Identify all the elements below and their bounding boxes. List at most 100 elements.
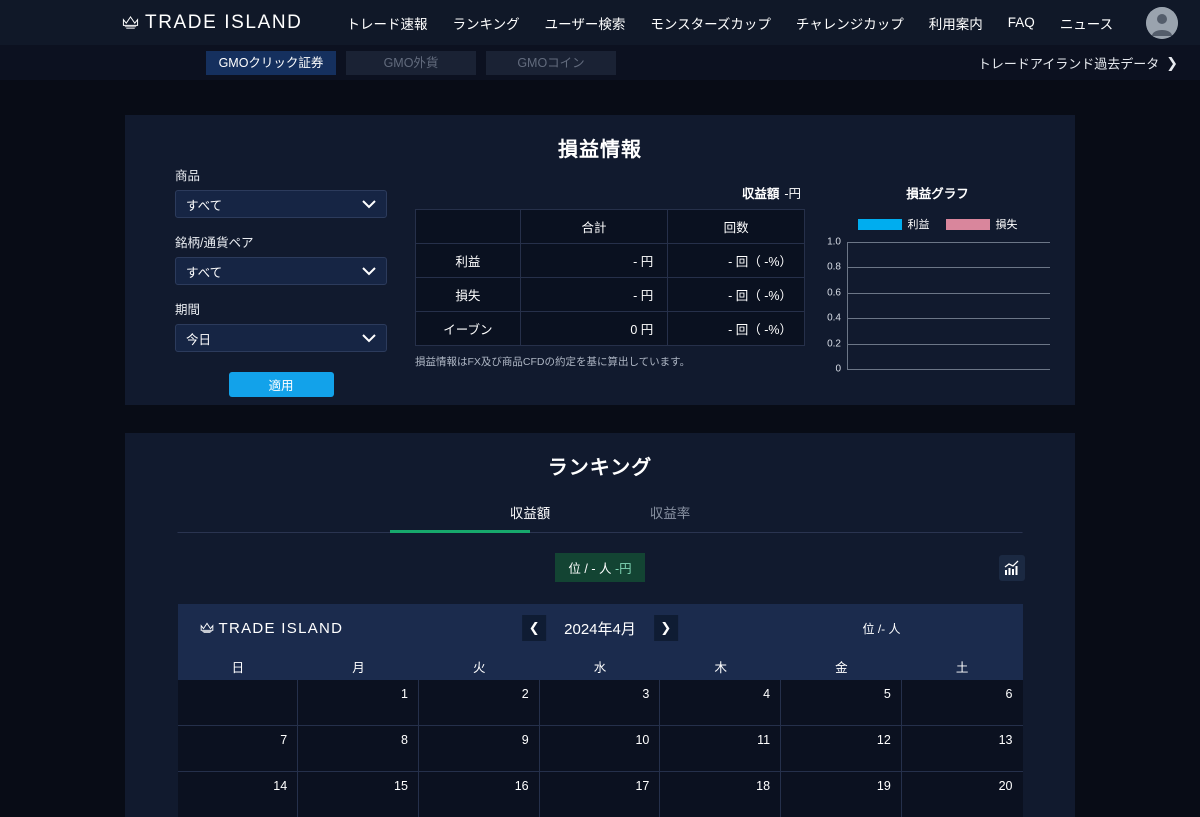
calendar-next-button[interactable]: ❯ xyxy=(653,615,678,641)
select-product-value: すべて xyxy=(186,198,223,213)
apply-button[interactable]: 適用 xyxy=(228,372,334,397)
chart-y-tick: 0 xyxy=(835,363,841,375)
calendar-day-cell[interactable]: 11 xyxy=(660,726,782,772)
ranking-calendar: TRADE ISLAND ❮ 2024年4月 ❯ 位 /- 人 日月火水木金土 … xyxy=(177,604,1023,817)
th-count: 回数 xyxy=(667,209,805,244)
chart-gridline xyxy=(847,267,1050,269)
calendar-day-cell[interactable]: 3 xyxy=(539,680,661,726)
chart-y-tick: 0.6 xyxy=(827,287,841,299)
select-symbol-value: すべて xyxy=(186,265,223,280)
calendar-day-cell[interactable]: 5 xyxy=(781,680,902,726)
tab-revenue-rate[interactable]: 収益率 xyxy=(600,502,740,533)
nav-item-ranking[interactable]: ランキング xyxy=(453,13,520,33)
cell-loss-total: - 円 xyxy=(519,277,669,312)
chart-icon-button[interactable] xyxy=(999,554,1025,581)
chevron-down-icon xyxy=(362,199,376,208)
row-label-profit: 利益 xyxy=(415,243,521,278)
subtab-gmo-gaika[interactable]: GMO外貨 xyxy=(346,50,476,75)
nav-item-monsters-cup[interactable]: モンスターズカップ xyxy=(650,13,771,33)
calendar-day-cell[interactable]: 20 xyxy=(901,772,1023,817)
table-header-row: 合計 回数 xyxy=(415,209,805,244)
calendar-day-cell[interactable]: 4 xyxy=(660,680,782,726)
tab-underline xyxy=(177,532,1023,533)
profit-loss-panel: 損益情報 商品 すべて 銘柄/通貨ペア すべて 期間 今日 適用 収益額 -円 … xyxy=(125,115,1075,405)
nav-item-faq[interactable]: FAQ xyxy=(1008,15,1035,30)
legend-label-loss: 損失 xyxy=(995,219,1018,231)
tab-revenue-amount[interactable]: 収益額 xyxy=(460,502,600,533)
table-row: 損失 - 円 - 回（ -%） xyxy=(415,277,805,312)
filter-label-symbol: 銘柄/通貨ペア xyxy=(175,236,254,250)
revenue-summary: 収益額 -円 xyxy=(415,183,805,202)
chevron-down-icon xyxy=(362,333,376,342)
chevron-right-icon: ❯ xyxy=(1166,54,1178,70)
crown-icon xyxy=(122,15,139,29)
legend-label-profit: 利益 xyxy=(907,219,930,231)
ranking-badge-row: 位 / - 人 -円 xyxy=(125,553,1075,582)
select-symbol[interactable]: すべて xyxy=(175,257,387,285)
nav-item-trade-news[interactable]: トレード速報 xyxy=(347,13,428,33)
nav-item-user-search[interactable]: ユーザー検索 xyxy=(545,13,626,33)
calendar-prev-button[interactable]: ❮ xyxy=(522,615,547,641)
subtab-gmo-click[interactable]: GMOクリック証券 xyxy=(206,50,336,75)
calendar-day-cell[interactable]: 6 xyxy=(901,680,1023,726)
chart-y-axis xyxy=(847,242,848,370)
select-period-value: 今日 xyxy=(186,332,212,347)
select-product[interactable]: すべて xyxy=(175,190,387,218)
calendar-weekday: 月 xyxy=(352,660,365,675)
subtab-gmo-coin[interactable]: GMOコイン xyxy=(486,50,616,75)
legend-swatch-profit xyxy=(857,218,902,230)
calendar-day-cell[interactable]: 19 xyxy=(781,772,902,817)
chevron-down-icon xyxy=(362,266,376,275)
calendar-month-label: 2024年4月 xyxy=(564,620,636,638)
calendar-cell-empty xyxy=(177,680,299,726)
calendar-day-cell[interactable]: 2 xyxy=(418,680,540,726)
select-period[interactable]: 今日 xyxy=(175,324,387,352)
calendar-day-cell[interactable]: 16 xyxy=(418,772,540,817)
tab-active-indicator xyxy=(390,530,530,533)
profit-loss-title: 損益情報 xyxy=(558,139,642,161)
calendar-logo: TRADE ISLAND xyxy=(200,620,344,637)
chart-y-tick: 0.4 xyxy=(827,312,841,324)
past-data-link[interactable]: トレードアイランド過去データ ❯ xyxy=(978,53,1178,72)
rank-badge: 位 / - 人 -円 xyxy=(555,553,645,582)
chart-title: 損益グラフ xyxy=(906,187,969,201)
main-nav: トレード速報 ランキング ユーザー検索 モンスターズカップ チャレンジカップ 利… xyxy=(347,13,1114,33)
person-icon xyxy=(1146,6,1178,39)
calendar-nav: ❮ 2024年4月 ❯ xyxy=(522,615,678,641)
calendar-day-cell[interactable]: 12 xyxy=(781,726,902,772)
nav-item-guide[interactable]: 利用案内 xyxy=(929,13,983,33)
calendar-day-cell[interactable]: 15 xyxy=(298,772,419,817)
th-total: 合計 xyxy=(519,209,669,244)
calendar-weekday-row: 日月火水木金土 xyxy=(177,652,1023,680)
nav-item-news[interactable]: ニュース xyxy=(1060,13,1113,33)
chart-gridline xyxy=(847,369,1050,370)
calendar-day-cell[interactable]: 14 xyxy=(177,772,299,817)
cell-even-count: - 回（ -%） xyxy=(667,311,805,346)
calendar-day-cell[interactable]: 10 xyxy=(539,726,661,772)
calendar-day-cell[interactable]: 18 xyxy=(660,772,782,817)
row-label-loss: 損失 xyxy=(415,277,521,312)
chart-legend: 利益 損失 xyxy=(825,216,1050,232)
chart-y-tick: 0.8 xyxy=(827,261,841,273)
table-row: イーブン 0 円 - 回（ -%） xyxy=(415,311,805,346)
calendar-day-cell[interactable]: 7 xyxy=(177,726,299,772)
calendar-day-cell[interactable]: 13 xyxy=(901,726,1023,772)
profit-loss-note: 損益情報はFX及び商品CFDの約定を基に算出しています。 xyxy=(415,356,691,368)
table-row: 利益 - 円 - 回（ -%） xyxy=(415,243,805,278)
calendar-day-cell[interactable]: 9 xyxy=(418,726,540,772)
calendar-day-cell[interactable]: 1 xyxy=(298,680,419,726)
user-avatar[interactable] xyxy=(1146,6,1178,39)
calendar-day-cell[interactable]: 8 xyxy=(298,726,419,772)
nav-item-challenge-cup[interactable]: チャレンジカップ xyxy=(796,13,904,33)
crown-icon xyxy=(200,622,213,634)
calendar-day-cell[interactable]: 17 xyxy=(539,772,661,817)
ranking-panel: ランキング 収益額 収益率 位 / - 人 -円 TRADE ISLAND ❮ … xyxy=(125,433,1075,817)
profit-loss-table: 合計 回数 利益 - 円 - 回（ -%） 損失 - 円 - 回（ -%） イー… xyxy=(415,209,805,346)
site-logo[interactable]: TRADE ISLAND xyxy=(122,12,303,34)
calendar-rank-info: 位 /- 人 xyxy=(862,621,901,636)
calendar-weekday: 日 xyxy=(231,660,245,675)
chart-y-tick: 1.0 xyxy=(827,236,841,248)
legend-swatch-loss xyxy=(945,218,990,230)
chart-gridline xyxy=(847,343,1050,345)
calendar-grid: 1234567891011121314151617181920212223242… xyxy=(177,680,1023,817)
